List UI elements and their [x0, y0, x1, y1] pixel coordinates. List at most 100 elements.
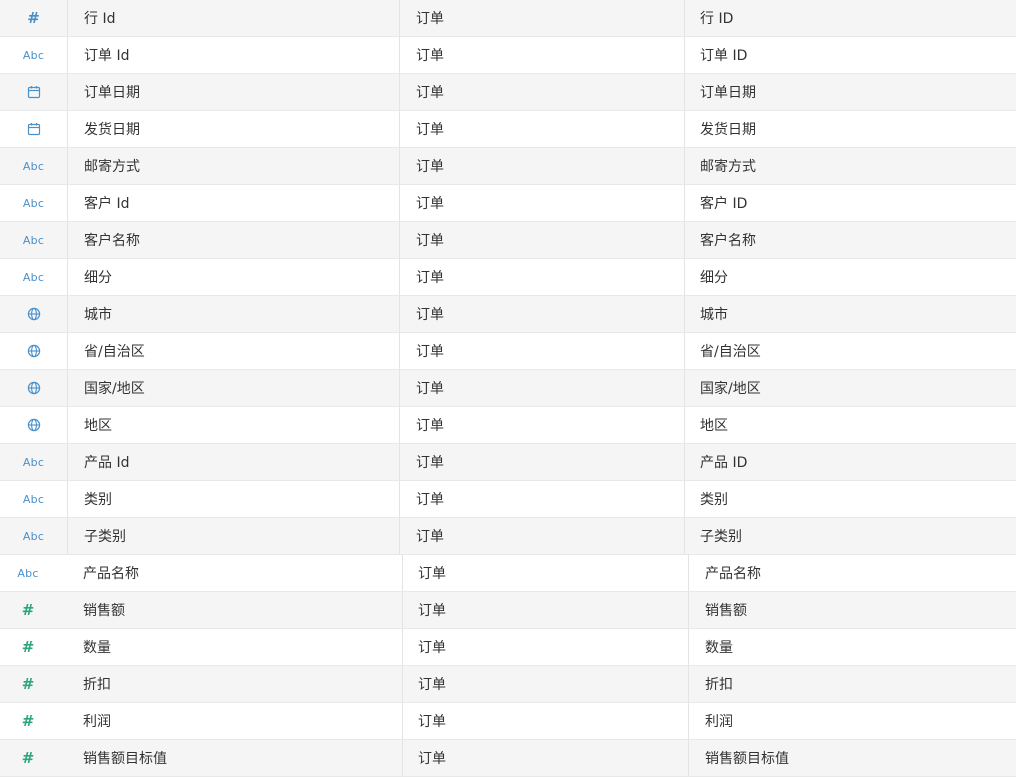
string-icon: Abc	[22, 270, 45, 284]
table-row[interactable]: Abc 客户 Id 订单 客户 ID	[0, 185, 1016, 222]
type-cell: Abc	[0, 481, 68, 517]
date-icon	[27, 122, 41, 136]
field-name: 类别	[68, 481, 400, 517]
remote-field-name: 子类别	[700, 529, 742, 545]
table-name: 订单	[402, 740, 688, 776]
field-name: 利润	[83, 714, 111, 730]
table-name: 订单	[402, 703, 688, 739]
table-row[interactable]: # 行 Id 订单行 ID	[0, 0, 1016, 37]
type-cell: Abc	[0, 222, 68, 258]
field-name: 数量	[83, 640, 111, 656]
type-cell: Abc	[0, 555, 56, 591]
geo-icon	[27, 418, 41, 432]
table-row[interactable]: 国家/地区 订单 国家/地区	[0, 370, 1016, 407]
table-name: 订单	[400, 444, 685, 480]
field-name: 子类别	[68, 518, 400, 554]
field-name: 客户 Id	[68, 185, 400, 221]
table-name: 订单	[400, 111, 685, 147]
date-icon	[27, 85, 41, 99]
remote-field-name: 发货日期	[700, 122, 756, 138]
type-cell: #	[0, 629, 56, 665]
remote-field-name: 数量	[688, 629, 1016, 665]
table-row[interactable]: 发货日期 订单 发货日期	[0, 111, 1016, 148]
type-cell: #	[0, 740, 56, 776]
table-name: 订单	[400, 481, 685, 517]
table-name: 订单	[400, 148, 685, 184]
field-name: 订单 Id	[68, 37, 400, 73]
table-name: 订单	[402, 666, 688, 702]
remote-field-name: 国家/地区	[700, 381, 761, 397]
table-row[interactable]: # 折扣 订单 折扣	[0, 666, 1016, 703]
string-icon: Abc	[22, 233, 45, 247]
table-row[interactable]: 城市 订单 城市	[0, 296, 1016, 333]
table-row[interactable]: # 销售额 订单 销售额	[0, 592, 1016, 629]
table-name: 订单	[400, 407, 685, 443]
number-icon: #	[21, 675, 35, 693]
type-cell: #	[0, 666, 56, 702]
table-name: 订单	[400, 0, 685, 36]
table-row[interactable]: Abc 类别 订单 类别	[0, 481, 1016, 518]
number-icon: #	[21, 712, 35, 730]
table-row[interactable]: Abc 邮寄方式 订单 邮寄方式	[0, 148, 1016, 185]
field-name: 邮寄方式	[68, 148, 400, 184]
type-cell	[0, 296, 68, 332]
table-row[interactable]: Abc 产品 Id 订单 产品 ID	[0, 444, 1016, 481]
table-row[interactable]: 订单日期 订单 订单日期	[0, 74, 1016, 111]
type-cell: Abc	[0, 259, 68, 295]
string-icon: Abc	[22, 48, 45, 62]
table-name: 订单	[400, 185, 685, 221]
table-row[interactable]: 地区 订单 地区	[0, 407, 1016, 444]
table-name: 订单	[400, 370, 685, 406]
table-row[interactable]: # 利润 订单 利润	[0, 703, 1016, 740]
type-cell: Abc	[0, 148, 68, 184]
remote-field-name: 行 ID	[700, 11, 734, 27]
type-cell: #	[0, 0, 68, 36]
field-name: 地区	[68, 407, 400, 443]
geo-icon	[27, 344, 41, 358]
remote-field-name: 销售额目标值	[688, 740, 1016, 776]
table-name: 订单	[400, 259, 685, 295]
type-cell: #	[0, 592, 56, 628]
table-row[interactable]: 省/自治区 订单 省/自治区	[0, 333, 1016, 370]
table-row[interactable]: Abc 产品名称 订单 产品名称	[0, 555, 1016, 592]
table-row[interactable]: Abc 客户名称 订单 客户名称	[0, 222, 1016, 259]
table-row[interactable]: # 数量 订单 数量	[0, 629, 1016, 666]
table-name: 订单	[400, 333, 685, 369]
number-icon: #	[27, 9, 40, 27]
remote-field-name: 产品名称	[688, 555, 1016, 591]
type-cell	[0, 333, 68, 369]
table-name: 订单	[402, 555, 688, 591]
type-cell	[0, 111, 68, 147]
table-name: 订单	[400, 74, 685, 110]
remote-field-name: 邮寄方式	[700, 159, 756, 175]
table-name: 订单	[400, 37, 685, 73]
remote-field-name: 折扣	[688, 666, 1016, 702]
remote-field-name: 细分	[700, 270, 728, 286]
number-icon: #	[21, 749, 35, 767]
remote-field-name: 地区	[700, 418, 728, 434]
table-row[interactable]: Abc 细分 订单 细分	[0, 259, 1016, 296]
type-cell	[0, 370, 68, 406]
table-row[interactable]: Abc 子类别 订单 子类别	[0, 518, 1016, 555]
fields-table: # 行 Id 订单行 ID Abc 订单 Id 订单 订单 ID 订单日期 订单 订单日期 发货日期…	[0, 0, 1016, 777]
remote-field-name: 销售额	[688, 592, 1016, 628]
type-cell: Abc	[0, 185, 68, 221]
remote-field-name: 城市	[700, 307, 728, 323]
table-row[interactable]: # 销售额目标值 订单 销售额目标值	[0, 740, 1016, 777]
remote-field-name: 客户名称	[700, 233, 756, 249]
type-cell	[0, 74, 68, 110]
table-row[interactable]: Abc 订单 Id 订单 订单 ID	[0, 37, 1016, 74]
geo-icon	[27, 307, 41, 321]
field-name: 销售额	[83, 603, 125, 619]
type-cell: #	[0, 703, 56, 739]
field-name: 发货日期	[68, 111, 400, 147]
remote-field-name: 订单 ID	[700, 48, 748, 64]
remote-field-name: 类别	[700, 492, 728, 508]
field-name: 国家/地区	[68, 370, 400, 406]
type-cell	[0, 407, 68, 443]
remote-field-name: 产品 ID	[700, 455, 748, 471]
table-name: 订单	[400, 222, 685, 258]
string-icon: Abc	[22, 455, 45, 469]
string-icon: Abc	[22, 196, 45, 210]
field-name: 销售额目标值	[83, 751, 167, 767]
